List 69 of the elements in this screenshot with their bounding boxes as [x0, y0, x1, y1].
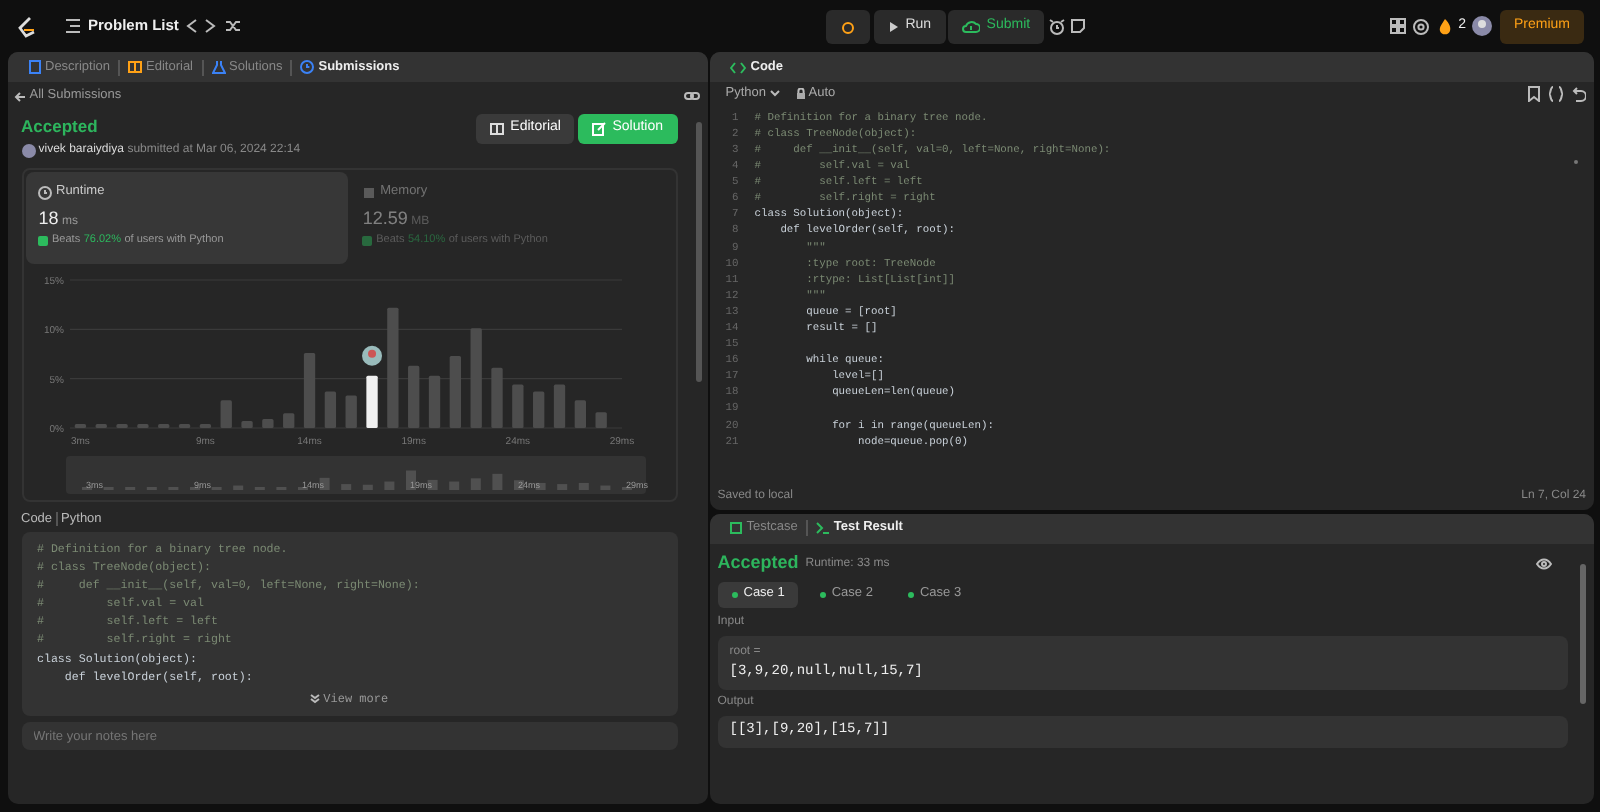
bar[interactable]: [471, 328, 483, 429]
metric-value: 18: [38, 205, 59, 232]
check-badge-icon: [362, 235, 373, 246]
clock-icon: [38, 185, 53, 200]
scrollbar[interactable]: [1579, 563, 1585, 704]
undo-icon[interactable]: [1570, 86, 1586, 102]
book-icon: [128, 60, 143, 74]
bar[interactable]: [554, 385, 566, 429]
double-chevron-down-icon: [309, 693, 320, 703]
caret-icon: [770, 90, 780, 98]
bar[interactable]: [158, 424, 170, 429]
alarm-clock-icon[interactable]: [1047, 17, 1066, 35]
grid-icon[interactable]: [1389, 18, 1406, 34]
bar[interactable]: [75, 424, 87, 429]
avatar-icon: [362, 346, 383, 367]
bar[interactable]: [116, 424, 129, 429]
result-status: Accepted: [717, 550, 799, 577]
metric-value: 12.59: [362, 205, 408, 232]
bookmark-icon[interactable]: [1528, 86, 1540, 102]
fire-icon: [1437, 17, 1452, 35]
debug-button[interactable]: [825, 9, 870, 43]
history-icon: [300, 60, 315, 74]
bar[interactable]: [221, 400, 233, 429]
chevron-left-icon[interactable]: [185, 18, 198, 34]
bar[interactable]: [533, 392, 545, 429]
checkbox-icon: [730, 522, 743, 535]
bar[interactable]: [179, 424, 191, 429]
bar[interactable]: [408, 366, 420, 429]
eye-icon[interactable]: [1536, 558, 1552, 570]
bar[interactable]: [512, 385, 524, 429]
bar[interactable]: [262, 419, 275, 429]
code-icon: [730, 61, 747, 73]
avatar-icon[interactable]: [1472, 16, 1493, 36]
bar[interactable]: [137, 424, 150, 429]
bar[interactable]: [450, 356, 462, 429]
logo-icon: [16, 15, 36, 37]
highlighted-bar[interactable]: [366, 376, 379, 429]
check-badge-icon: [38, 235, 49, 246]
bar[interactable]: [200, 424, 212, 429]
book-icon: [490, 121, 505, 135]
list-icon[interactable]: [63, 18, 81, 34]
bar[interactable]: [575, 400, 587, 429]
lock-icon: [795, 88, 805, 100]
bar[interactable]: [96, 424, 108, 429]
play-icon: [887, 19, 900, 33]
range-overview-strip[interactable]: [66, 456, 647, 495]
shuffle-icon[interactable]: [223, 18, 242, 34]
file-icon: [27, 60, 41, 74]
bar[interactable]: [429, 376, 441, 429]
arrow-left-icon[interactable]: [14, 91, 26, 101]
edit-icon: [592, 121, 607, 135]
bar[interactable]: [241, 421, 254, 429]
scrollbar[interactable]: [695, 122, 701, 382]
bar[interactable]: [491, 368, 504, 429]
note-icon[interactable]: [1069, 18, 1086, 34]
flask-icon: [211, 60, 225, 74]
chevron-right-icon[interactable]: [204, 18, 217, 34]
cloud-upload-icon: [962, 19, 981, 33]
braces-icon[interactable]: [1547, 86, 1563, 102]
avatar-icon: [21, 144, 35, 158]
bar[interactable]: [283, 413, 295, 429]
settings-icon[interactable]: [1412, 17, 1431, 35]
scrollbar[interactable]: [1573, 159, 1577, 164]
bar[interactable]: [325, 392, 337, 429]
terminal-icon: [815, 522, 830, 535]
bar[interactable]: [304, 353, 316, 429]
bar[interactable]: [596, 412, 608, 429]
link-icon[interactable]: [684, 90, 700, 102]
submission-status: Accepted: [21, 113, 100, 139]
